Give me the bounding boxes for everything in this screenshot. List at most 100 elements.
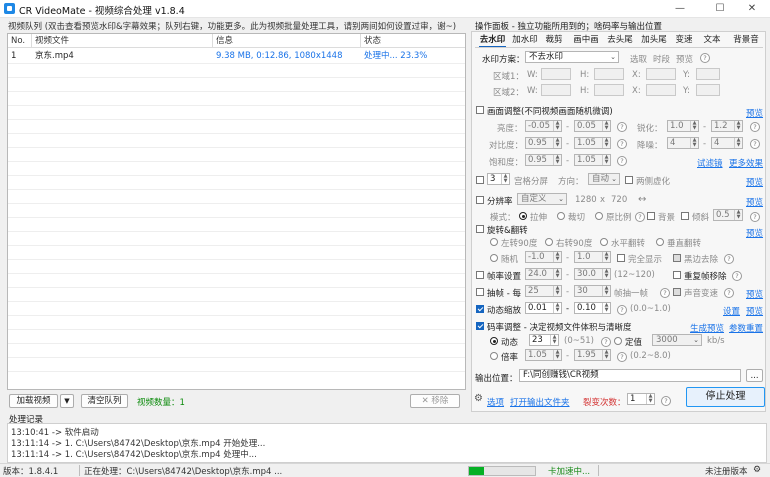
resolution-preview-link[interactable]: 预览 <box>746 196 763 208</box>
saturation-max-stepper[interactable]: 1.05 ▲ ▼ <box>574 154 611 166</box>
tab-crop[interactable]: 裁剪 <box>544 33 564 46</box>
fps-checkbox[interactable] <box>476 271 484 279</box>
contrast-max-stepper[interactable]: 1.05 ▲ ▼ <box>574 137 611 149</box>
try-filter-link[interactable]: 试滤镜 <box>697 157 723 169</box>
help-icon[interactable]: ? <box>750 212 760 222</box>
rotate-right-radio[interactable] <box>545 238 553 246</box>
col-header-status[interactable]: 状态 <box>361 34 465 48</box>
browse-button[interactable]: ... <box>746 369 763 382</box>
region1-x-input[interactable] <box>646 68 676 80</box>
region2-w-input[interactable] <box>541 84 571 96</box>
region2-y-input[interactable] <box>696 84 720 96</box>
fixed-bitrate-select[interactable]: 3000 ⌄ <box>652 334 702 346</box>
tab-add-watermark[interactable]: 加水印 <box>511 33 539 46</box>
options-link[interactable]: 选项 <box>487 396 504 408</box>
region1-h-input[interactable] <box>594 68 624 80</box>
generate-preview-link[interactable]: 生成预览 <box>690 322 724 334</box>
col-header-file[interactable]: 视频文件 <box>32 34 213 48</box>
minimize-button[interactable]: — <box>662 1 698 17</box>
region1-w-input[interactable] <box>541 68 571 80</box>
region2-x-input[interactable] <box>646 84 676 96</box>
open-output-folder-link[interactable]: 打开输出文件夹 <box>510 396 570 408</box>
fps-max-stepper[interactable]: 30.0 ▲ ▼ <box>574 268 611 280</box>
rotate-checkbox[interactable] <box>476 225 484 233</box>
zoom-min-stepper[interactable]: 0.01 ▲ ▼ <box>525 302 562 314</box>
rotate-preview-link[interactable]: 预览 <box>746 227 763 239</box>
blur-sides-checkbox[interactable] <box>625 176 633 184</box>
ratio-max-stepper[interactable]: 1.95 ▲ ▼ <box>574 349 611 361</box>
stop-processing-button[interactable]: 停止处理 <box>686 387 765 407</box>
grid-count-stepper[interactable]: 3 ▲ ▼ <box>487 173 510 185</box>
bitrate-checkbox[interactable] <box>476 322 484 330</box>
tab-speed[interactable]: 变速 <box>674 33 694 46</box>
sharpen-max-stepper[interactable]: 1.2 ▲ ▼ <box>711 120 743 132</box>
grid-preview-link[interactable]: 预览 <box>746 176 763 188</box>
scheme-select[interactable]: 不去水印 ⌄ <box>525 51 619 63</box>
tab-text[interactable]: 文本 <box>702 33 722 46</box>
help-icon[interactable]: ? <box>617 305 627 315</box>
background-checkbox[interactable] <box>647 212 655 220</box>
col-header-no[interactable]: No. <box>8 34 32 48</box>
brightness-max-stepper[interactable]: 0.05 ▲ ▼ <box>574 120 611 132</box>
help-icon[interactable]: ? <box>635 212 645 222</box>
region1-y-input[interactable] <box>696 68 720 80</box>
rotate-min-stepper[interactable]: -1.0 ▲ ▼ <box>525 251 562 263</box>
ratio-min-stepper[interactable]: 1.05 ▲ ▼ <box>525 349 562 361</box>
black-border-checkbox[interactable] <box>673 254 681 262</box>
gear-icon[interactable]: ⚙ <box>753 465 761 475</box>
denoise-min-stepper[interactable]: 4 ▲ ▼ <box>667 137 699 149</box>
more-effects-link[interactable]: 更多效果 <box>729 157 763 169</box>
mode-original-radio[interactable] <box>595 212 603 220</box>
full-display-checkbox[interactable] <box>617 254 625 262</box>
region2-h-input[interactable] <box>594 84 624 96</box>
picture-adjust-checkbox[interactable] <box>476 106 484 114</box>
resolution-select[interactable]: 自定义 ⌄ <box>517 193 567 205</box>
crf-stepper[interactable]: 23 ▲ ▼ <box>529 334 559 346</box>
tab-trim[interactable]: 去头尾 <box>606 33 634 46</box>
select-region-link[interactable]: 选取 <box>630 53 647 65</box>
flip-h-radio[interactable] <box>600 238 608 246</box>
tab-add-head-tail[interactable]: 加头尾 <box>640 33 668 46</box>
preview-link[interactable]: 预览 <box>676 53 693 65</box>
help-icon[interactable]: ? <box>750 139 760 149</box>
output-path-input[interactable]: F:\同创赚钱\CR视频 <box>519 369 741 382</box>
dedup-frames-checkbox[interactable] <box>673 271 681 279</box>
swap-icon[interactable]: ↔ <box>638 194 646 205</box>
help-icon[interactable]: ? <box>617 122 627 132</box>
gear-icon[interactable]: ⚙ <box>474 393 483 404</box>
dynamic-bitrate-radio[interactable] <box>490 337 498 345</box>
dynamic-zoom-checkbox[interactable] <box>476 305 484 313</box>
rotate-left-radio[interactable] <box>490 238 498 246</box>
help-icon[interactable]: ? <box>601 337 611 347</box>
tab-pip[interactable]: 画中画 <box>572 33 600 46</box>
direction-select[interactable]: 自动 ⌄ <box>588 173 620 185</box>
tilt-stepper[interactable]: 0.5 ▲ ▼ <box>713 209 743 221</box>
sharpen-min-stepper[interactable]: 1.0 ▲ ▼ <box>667 120 699 132</box>
grid-split-checkbox[interactable] <box>476 176 484 184</box>
load-video-dropdown-button[interactable]: ▼ <box>60 394 74 408</box>
zoom-preview-link[interactable]: 预览 <box>746 305 763 317</box>
saturation-min-stepper[interactable]: 0.95 ▲ ▼ <box>525 154 562 166</box>
fps-min-stepper[interactable]: 24.0 ▲ ▼ <box>525 268 562 280</box>
tab-remove-watermark[interactable]: 去水印 <box>479 33 506 48</box>
fixed-bitrate-radio[interactable] <box>614 337 622 345</box>
remove-button[interactable]: ✕ 移除 <box>410 394 460 408</box>
time-range-link[interactable]: 时段 <box>653 53 670 65</box>
tab-bgm[interactable]: 背景音 <box>732 33 760 46</box>
help-icon[interactable]: ? <box>750 122 760 132</box>
rotate-max-stepper[interactable]: 1.0 ▲ ▼ <box>574 251 611 263</box>
help-icon[interactable]: ? <box>660 288 670 298</box>
help-icon[interactable]: ? <box>617 352 627 362</box>
help-icon[interactable]: ? <box>724 288 734 298</box>
tilt-checkbox[interactable] <box>681 212 689 220</box>
drop-max-stepper[interactable]: 30 ▲ ▼ <box>574 285 611 297</box>
help-icon[interactable]: ? <box>661 396 671 406</box>
brightness-min-stepper[interactable]: -0.05 ▲ ▼ <box>525 120 562 132</box>
picture-preview-link[interactable]: 预览 <box>746 107 763 119</box>
load-video-button[interactable]: 加载视频 <box>9 394 58 408</box>
flip-v-radio[interactable] <box>656 238 664 246</box>
drop-frame-checkbox[interactable] <box>476 288 484 296</box>
col-header-info[interactable]: 信息 <box>213 34 361 48</box>
drop-preview-link[interactable]: 预览 <box>746 288 763 300</box>
sound-speed-checkbox[interactable] <box>673 288 681 296</box>
